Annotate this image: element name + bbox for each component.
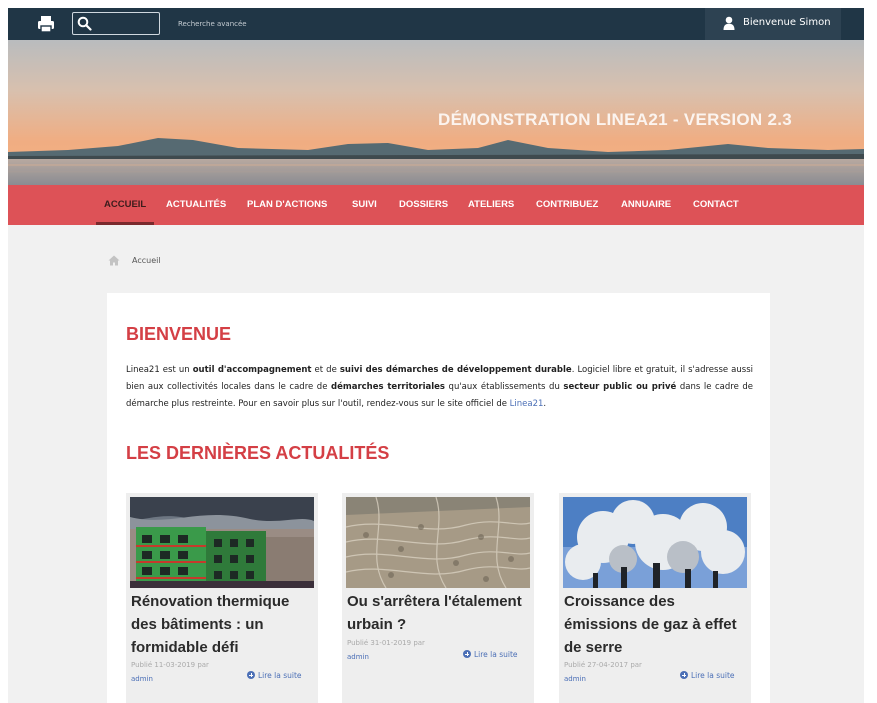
header-banner: DÉMONSTRATION LINEA21 - VERSION 2.3 bbox=[8, 40, 864, 185]
nav-item-dossiers[interactable]: DOSSIERS bbox=[399, 185, 448, 225]
search-input[interactable] bbox=[72, 12, 160, 35]
news-author-link[interactable]: admin bbox=[347, 653, 369, 661]
nav-item-ateliers[interactable]: ATELIERS bbox=[468, 185, 514, 225]
welcome-heading: BIENVENUE bbox=[126, 324, 232, 344]
home-icon[interactable] bbox=[108, 255, 120, 266]
news-card[interactable]: Croissance des émissions de gaz à effet … bbox=[559, 493, 751, 703]
news-title[interactable]: Ou s'arrêtera l'étalement urbain ? bbox=[347, 590, 531, 636]
news-author-link[interactable]: admin bbox=[564, 675, 586, 683]
site-title: DÉMONSTRATION LINEA21 - VERSION 2.3 bbox=[438, 110, 793, 129]
news-date: Publié 11-03-2019 par bbox=[131, 661, 209, 669]
news-card[interactable]: Ou s'arrêtera l'étalement urbain ? Publi… bbox=[342, 493, 534, 703]
news-date: Publié 27-04-2017 par bbox=[564, 661, 642, 669]
main-nav: ACCUEIL ACTUALITÉS PLAN D'ACTIONS SUIVI … bbox=[8, 185, 864, 225]
welcome-user-label: Bienvenue Simon bbox=[743, 17, 831, 28]
linea21-link[interactable]: Linea21 bbox=[510, 399, 544, 409]
user-icon bbox=[723, 16, 735, 30]
print-icon[interactable] bbox=[36, 14, 56, 34]
read-more-link[interactable]: Lire la suite bbox=[247, 671, 302, 680]
nav-item-actualites[interactable]: ACTUALITÉS bbox=[166, 185, 226, 225]
nav-item-contribuez[interactable]: CONTRIBUEZ bbox=[536, 185, 598, 225]
search-icon[interactable] bbox=[77, 16, 92, 31]
news-heading: LES DERNIÈRES ACTUALITÉS bbox=[126, 443, 390, 463]
advanced-search-link[interactable]: Recherche avancée bbox=[178, 20, 247, 28]
intro-paragraph: Linea21 est un outil d'accompagnement et… bbox=[126, 365, 753, 409]
user-menu[interactable]: Bienvenue Simon bbox=[705, 8, 841, 40]
top-bar: Recherche avancée Bienvenue Simon bbox=[8, 8, 864, 40]
news-title[interactable]: Rénovation thermique des bâtiments : un … bbox=[131, 590, 315, 659]
news-image-smokestacks[interactable] bbox=[563, 497, 747, 588]
nav-item-contact[interactable]: CONTACT bbox=[693, 185, 739, 225]
news-image-building[interactable] bbox=[130, 497, 314, 588]
news-card[interactable]: Rénovation thermique des bâtiments : un … bbox=[126, 493, 318, 703]
read-more-link[interactable]: Lire la suite bbox=[680, 671, 735, 680]
news-author-link[interactable]: admin bbox=[131, 675, 153, 683]
breadcrumb: Accueil bbox=[132, 256, 161, 265]
plus-circle-icon bbox=[463, 650, 471, 658]
nav-item-suivi[interactable]: SUIVI bbox=[352, 185, 377, 225]
plus-circle-icon bbox=[680, 671, 688, 679]
news-image-suburb[interactable] bbox=[346, 497, 530, 588]
page: Recherche avancée Bienvenue Simon DÉMONS… bbox=[0, 0, 877, 703]
news-date: Publié 31-01-2019 par bbox=[347, 639, 425, 647]
nav-item-accueil[interactable]: ACCUEIL bbox=[95, 185, 155, 225]
nav-item-annuaire[interactable]: ANNUAIRE bbox=[621, 185, 671, 225]
news-title[interactable]: Croissance des émissions de gaz à effet … bbox=[564, 590, 748, 659]
read-more-link[interactable]: Lire la suite bbox=[463, 650, 518, 659]
nav-item-plan-actions[interactable]: PLAN D'ACTIONS bbox=[247, 185, 327, 225]
plus-circle-icon bbox=[247, 671, 255, 679]
